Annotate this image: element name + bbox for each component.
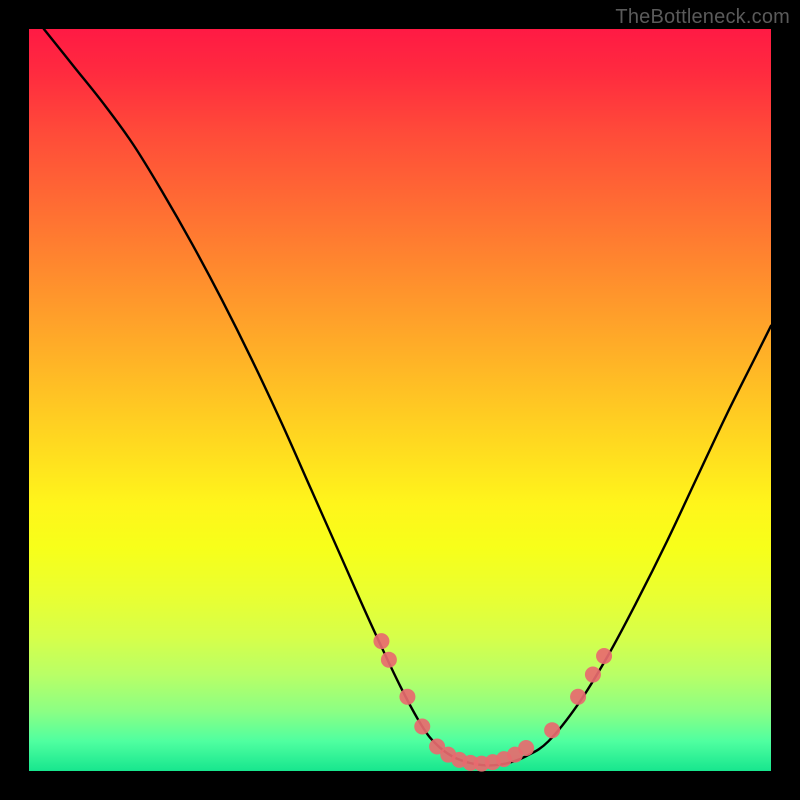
plot-area (29, 29, 771, 771)
watermark-text: TheBottleneck.com (615, 6, 790, 29)
curve-marker (585, 667, 601, 683)
curve-marker (544, 722, 560, 738)
curve-marker (381, 652, 397, 668)
bottleneck-curve (44, 29, 771, 765)
curve-marker (570, 689, 586, 705)
curve-marker (373, 633, 389, 649)
curve-marker (399, 689, 415, 705)
curve-markers (373, 633, 612, 771)
curve-layer (29, 29, 771, 771)
curve-marker (518, 740, 534, 756)
curve-marker (414, 718, 430, 734)
curve-marker (596, 648, 612, 664)
chart-frame: TheBottleneck.com (0, 0, 800, 800)
